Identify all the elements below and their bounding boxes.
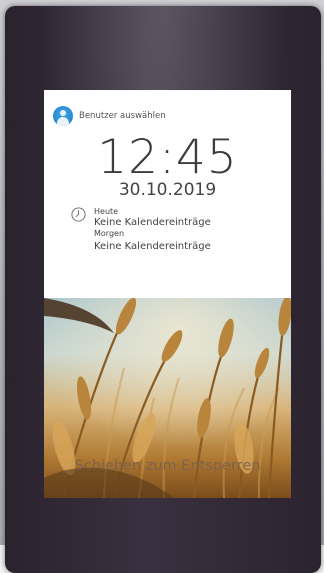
user-select[interactable]: Benutzer auswählen [53,105,166,127]
user-avatar-icon[interactable] [53,106,73,126]
calendar-tomorrow-heading: Morgen [94,229,125,238]
clock-time: 12:45 [97,130,238,185]
calendar-tomorrow-entry: Keine Kalendereinträge [94,241,211,252]
unlock-hint[interactable]: Schieben zum Entsperren [44,458,291,474]
user-select-label[interactable]: Benutzer auswählen [79,111,166,121]
lock-screen: Benutzer auswählen 12:45 30.10.2019 Heut… [44,90,291,498]
calendar-agenda: Heute Keine Kalendereinträge Morgen Kein… [94,207,211,253]
clock-date: 30.10.2019 [118,180,217,200]
wallpaper-wheat-photo: Schieben zum Entsperren [44,298,291,498]
calendar-today-entry: Keine Kalendereinträge [94,217,211,228]
clock-icon [71,207,86,222]
calendar-today-heading: Heute [94,207,119,216]
